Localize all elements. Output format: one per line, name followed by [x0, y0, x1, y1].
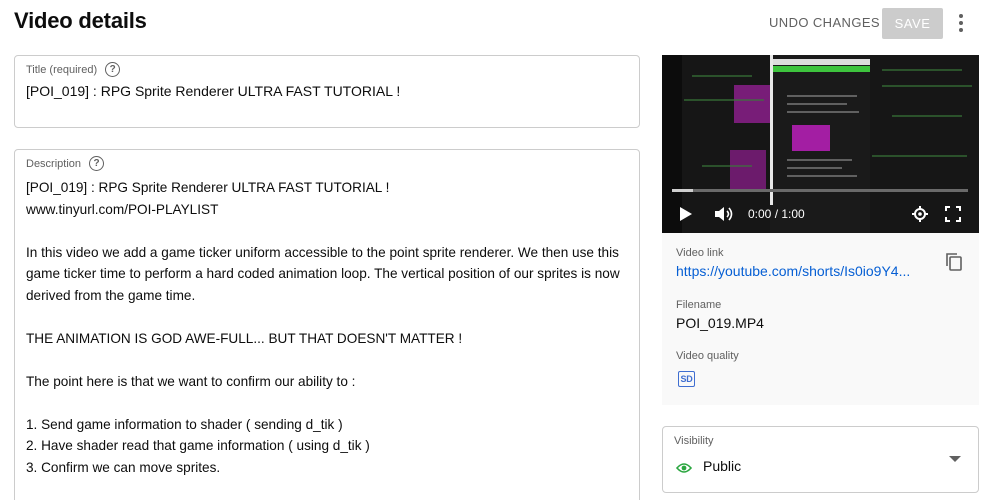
title-label-row: Title (required) ? — [26, 62, 121, 77]
save-button[interactable]: SAVE — [882, 8, 943, 39]
page-title: Video details — [14, 8, 147, 33]
description-label: Description — [26, 157, 82, 170]
play-icon[interactable] — [679, 206, 693, 227]
description-label-row: Description ? — [26, 156, 105, 171]
description-textarea[interactable]: [POI_019] : RPG Sprite Renderer ULTRA FA… — [26, 177, 634, 478]
settings-gear-icon[interactable] — [912, 206, 928, 227]
eye-icon — [675, 461, 693, 479]
sd-quality-badge: SD — [678, 371, 695, 387]
video-controls: 0:00 / 1:00 — [662, 201, 979, 229]
video-progress-bar[interactable] — [672, 189, 968, 192]
title-input[interactable]: [POI_019] : RPG Sprite Renderer ULTRA FA… — [26, 83, 400, 99]
video-progress-fill — [672, 189, 693, 192]
header: Video details UNDO CHANGES SAVE — [0, 0, 986, 46]
fullscreen-icon[interactable] — [945, 206, 961, 227]
help-icon[interactable]: ? — [89, 156, 105, 171]
video-link-label: Video link — [676, 247, 724, 259]
visibility-label-text: Visibility — [674, 435, 714, 447]
visibility-dropdown[interactable]: Visibility Public — [662, 426, 979, 493]
video-preview-card: 0:00 / 1:00 Video link https://youtube.c… — [662, 55, 979, 405]
undo-changes-button[interactable]: UNDO CHANGES — [760, 9, 889, 37]
help-icon[interactable]: ? — [105, 62, 121, 77]
video-player[interactable]: 0:00 / 1:00 — [662, 55, 979, 233]
video-link[interactable]: https://youtube.com/shorts/Is0io9Y4... — [676, 263, 924, 279]
volume-icon[interactable] — [714, 206, 734, 227]
visibility-value: Public — [703, 458, 742, 474]
title-field[interactable]: Title (required) ? [POI_019] : RPG Sprit… — [14, 55, 640, 128]
filename-label: Filename — [676, 299, 722, 311]
video-quality-label: Video quality — [676, 350, 739, 362]
dropdown-arrow-icon[interactable] — [949, 456, 961, 462]
title-label: Title (required) — [26, 63, 98, 76]
video-time: 0:00 / 1:00 — [748, 207, 805, 221]
description-field[interactable]: Description ? [POI_019] : RPG Sprite Ren… — [14, 149, 640, 500]
copy-icon[interactable] — [945, 252, 965, 274]
visibility-label: Visibility — [674, 435, 714, 447]
more-options-icon[interactable] — [950, 10, 972, 36]
filename-value: POI_019.MP4 — [676, 315, 764, 331]
